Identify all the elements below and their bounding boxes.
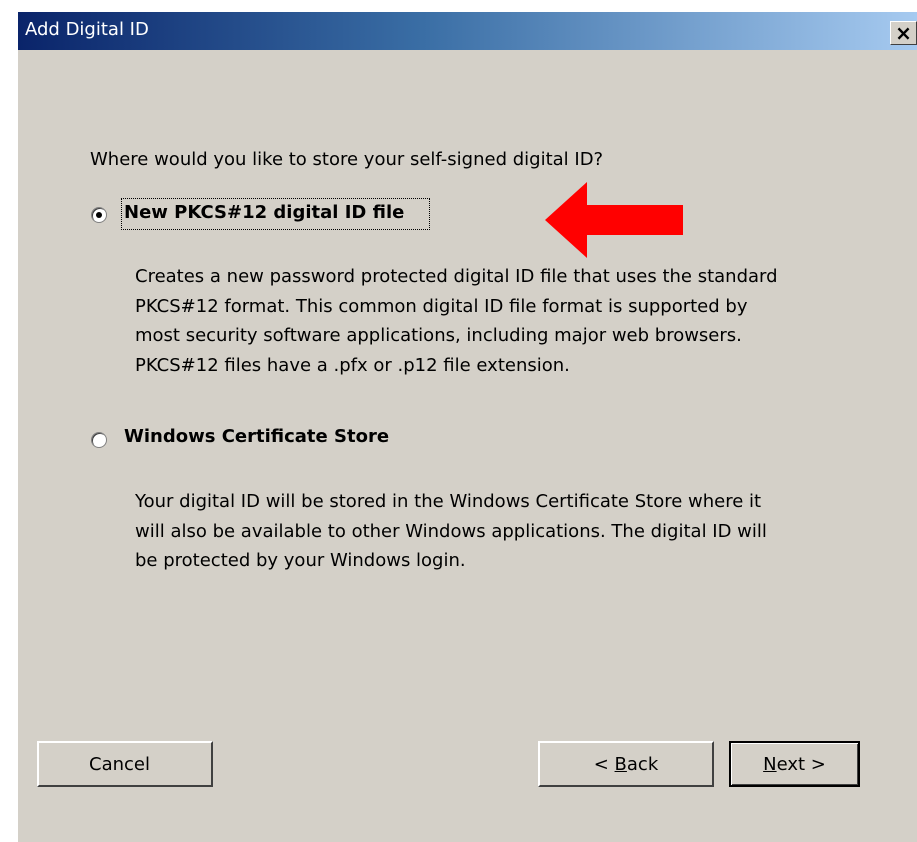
option-pkcs12-label[interactable]: New PKCS#12 digital ID file bbox=[124, 202, 404, 223]
cancel-button[interactable]: Cancel bbox=[37, 741, 213, 787]
option-windows-store-description: Your digital ID will be stored in the Wi… bbox=[135, 487, 895, 576]
description-line: Creates a new password protected digital… bbox=[135, 266, 778, 287]
window-title: Add Digital ID bbox=[25, 19, 149, 40]
add-digital-id-dialog: Add Digital ID × Where would you like to… bbox=[18, 12, 917, 842]
close-button[interactable]: × bbox=[890, 21, 917, 45]
cancel-button-label: Cancel bbox=[89, 753, 150, 775]
radio-windows-store[interactable] bbox=[91, 432, 107, 448]
description-line: Your digital ID will be stored in the Wi… bbox=[135, 491, 762, 512]
radio-pkcs12[interactable] bbox=[91, 207, 107, 223]
back-button[interactable]: < Back bbox=[538, 741, 714, 787]
option-windows-store-label[interactable]: Windows Certificate Store bbox=[124, 426, 389, 447]
back-button-label: < Back bbox=[593, 753, 659, 775]
description-line: be protected by your Windows login. bbox=[135, 550, 466, 571]
radio-selected-dot bbox=[96, 212, 102, 218]
option-pkcs12-description: Creates a new password protected digital… bbox=[135, 262, 895, 380]
description-line: most security software applications, inc… bbox=[135, 325, 742, 346]
close-icon: × bbox=[895, 21, 912, 45]
description-line: PKCS#12 files have a .pfx or .p12 file e… bbox=[135, 354, 570, 376]
arrow-left-icon bbox=[545, 182, 683, 258]
description-line: will also be available to other Windows … bbox=[135, 520, 767, 542]
next-button[interactable]: Next > bbox=[729, 741, 860, 787]
storage-question: Where would you like to store your self-… bbox=[90, 149, 604, 170]
next-button-label: Next > bbox=[763, 753, 826, 775]
title-bar[interactable]: Add Digital ID × bbox=[18, 12, 917, 50]
description-line: PKCS#12 format. This common digital ID f… bbox=[135, 295, 748, 317]
